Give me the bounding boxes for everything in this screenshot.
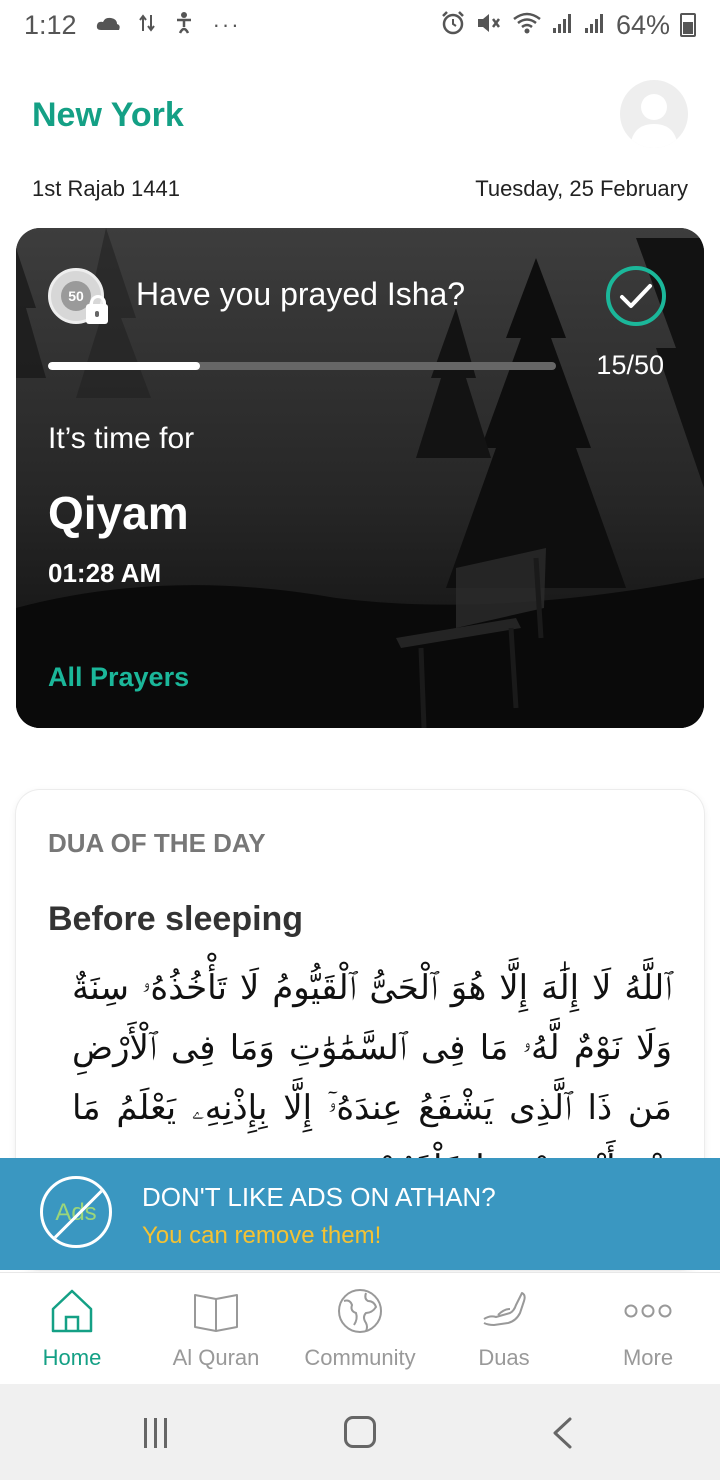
nav-home[interactable]: Home — [0, 1273, 144, 1384]
back-button[interactable] — [550, 1416, 574, 1455]
battery-percent: 64% — [615, 9, 670, 40]
lock-icon — [86, 295, 108, 324]
prayer-question: Have you prayed Isha? — [136, 276, 466, 312]
data-transfer-icon — [138, 13, 155, 37]
signal-icon-2 — [584, 12, 606, 38]
dua-section-header: DUA OF THE DAY — [48, 828, 266, 858]
user-icon — [630, 94, 678, 148]
mark-prayed-button[interactable] — [606, 266, 666, 326]
mute-icon — [476, 11, 502, 39]
ads-banner-subtitle: You can remove them! — [142, 1222, 382, 1249]
battery-icon — [680, 13, 696, 37]
praying-hands-icon — [483, 1292, 526, 1326]
system-navigation-bar — [0, 1384, 720, 1480]
nav-more-label: More — [622, 1345, 674, 1370]
home-icon — [51, 1289, 93, 1333]
hijri-date: 1st Rajab 1441 — [32, 176, 180, 201]
gregorian-date: Tuesday, 25 February — [475, 176, 688, 201]
nav-community[interactable]: Community — [288, 1273, 432, 1384]
profile-avatar[interactable] — [620, 80, 688, 148]
prayer-card[interactable]: 50 Have you prayed Isha? 15/50 It’s time… — [16, 228, 704, 728]
system-home-button[interactable] — [344, 1416, 376, 1448]
more-notifications-icon: ··· — [212, 12, 241, 37]
check-icon — [620, 284, 652, 308]
accessibility-icon — [173, 11, 195, 39]
ads-banner-title: DON'T LIKE ADS ON ATHAN? — [142, 1182, 496, 1212]
nav-more[interactable]: More — [576, 1273, 720, 1384]
current-prayer-name: Qiyam — [48, 487, 189, 539]
time-for-label: It’s time for — [48, 422, 195, 455]
alarm-icon — [440, 10, 466, 40]
globe-icon — [338, 1289, 382, 1333]
recents-button[interactable] — [144, 1418, 167, 1448]
status-time: 1:12 — [24, 9, 77, 40]
remove-ads-banner[interactable]: Ads DON'T LIKE ADS ON ATHAN? You can rem… — [0, 1158, 720, 1270]
book-icon — [194, 1294, 238, 1332]
cloud-icon — [95, 14, 121, 36]
nav-al-quran-label: Al Quran — [172, 1345, 260, 1370]
status-bar: 1:12 ··· 64% — [0, 0, 720, 50]
progress-label: 15/50 — [596, 350, 664, 380]
more-dots-icon — [624, 1304, 672, 1318]
dua-title: Before sleeping — [48, 900, 304, 938]
nav-duas-label: Duas — [478, 1345, 530, 1370]
nav-al-quran[interactable]: Al Quran — [144, 1273, 288, 1384]
all-prayers-link[interactable]: All Prayers — [48, 662, 189, 693]
wifi-icon — [512, 11, 542, 39]
no-ads-icon: Ads — [40, 1176, 112, 1248]
bottom-navigation: Home Al Quran Community Duas More — [0, 1272, 720, 1384]
prayer-progress-bar — [48, 362, 556, 370]
nav-community-label: Community — [304, 1345, 416, 1370]
back-chevron-icon — [553, 1417, 572, 1449]
signal-icon-1 — [552, 12, 574, 38]
nav-duas[interactable]: Duas — [432, 1273, 576, 1384]
current-prayer-time: 01:28 AM — [48, 558, 162, 588]
city-name[interactable]: New York — [32, 96, 184, 135]
nav-home-label: Home — [42, 1345, 102, 1370]
prayer-progress-fill — [48, 362, 201, 370]
